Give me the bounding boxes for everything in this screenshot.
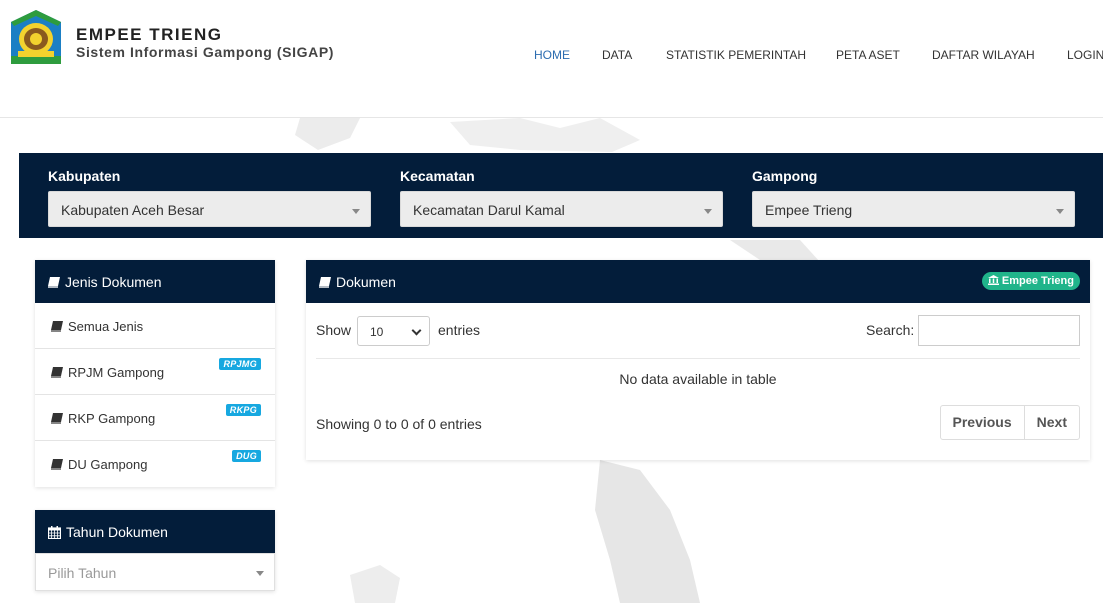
tahun-select[interactable]: Pilih Tahun (35, 553, 275, 591)
search-input[interactable] (918, 315, 1080, 346)
jenis-item-label: RPJM Gampong (68, 365, 165, 380)
tahun-dokumen-panel: Tahun Dokumen Pilih Tahun (35, 510, 275, 591)
jenis-item-rpjm[interactable]: RPJM Gampong RPJMG (35, 349, 275, 395)
nav-peta-aset[interactable]: PETA ASET (836, 48, 900, 62)
book-icon (51, 367, 63, 378)
region-filter-bar: Kabupaten Kabupaten Aceh Besar Kecamatan… (19, 153, 1103, 238)
next-button[interactable]: Next (1023, 406, 1079, 439)
main-nav: HOME DATA STATISTIK PEMERINTAH PETA ASET… (0, 48, 1103, 64)
jenis-dokumen-panel: Jenis Dokumen Semua Jenis RPJM Gampong R… (35, 260, 275, 487)
kecamatan-value: Kecamatan Darul Kamal (413, 202, 565, 218)
chevron-down-icon (411, 325, 422, 336)
nav-statistik-pemerintah[interactable]: STATISTIK PEMERINTAH (666, 48, 806, 62)
badge-dug: DUG (232, 450, 261, 462)
dokumen-header: Dokumen Empee Trieng (306, 260, 1090, 303)
site-header: EMPEE TRIENG Sistem Informasi Gampong (S… (0, 0, 1103, 80)
book-icon (51, 321, 63, 332)
table-info: Showing 0 to 0 of 0 entries (316, 416, 482, 432)
dokumen-title: Dokumen (336, 274, 396, 290)
caret-down-icon (256, 571, 264, 576)
gampong-badge-label: Empee Trieng (1001, 275, 1074, 287)
jenis-dokumen-header: Jenis Dokumen (35, 260, 275, 303)
caret-down-icon (352, 209, 360, 214)
kecamatan-label: Kecamatan (400, 168, 475, 184)
show-label: Show (316, 322, 352, 338)
calendar-icon (48, 526, 61, 539)
entries-select[interactable]: 10 (357, 316, 430, 346)
caret-down-icon (1056, 209, 1064, 214)
previous-button[interactable]: Previous (941, 406, 1024, 439)
jenis-item-du[interactable]: DU Gampong DUG (35, 441, 275, 487)
badge-rkpg: RKPG (225, 404, 261, 416)
nav-login[interactable]: LOGIN (1067, 48, 1103, 62)
gampong-badge: Empee Trieng (981, 272, 1080, 290)
search-label: Search: (866, 322, 915, 338)
jenis-item-rkp[interactable]: RKP Gampong RKPG (35, 395, 275, 441)
entries-label: entries (438, 322, 481, 338)
nav-home[interactable]: HOME (534, 48, 570, 62)
jenis-item-semua[interactable]: Semua Jenis (35, 303, 275, 349)
jenis-item-label: DU Gampong (68, 457, 148, 472)
entries-control: Show 10 entries (316, 316, 480, 346)
caret-down-icon (704, 209, 712, 214)
book-icon (51, 413, 63, 424)
kabupaten-value: Kabupaten Aceh Besar (61, 202, 205, 218)
book-icon (319, 277, 331, 288)
brand-title: EMPEE TRIENG (76, 25, 223, 44)
gampong-label: Gampong (752, 168, 818, 184)
kabupaten-select[interactable]: Kabupaten Aceh Besar (48, 191, 371, 227)
tahun-dokumen-title: Tahun Dokumen (66, 524, 168, 540)
pagination: Previous Next (939, 405, 1080, 440)
tahun-placeholder: Pilih Tahun (48, 565, 117, 581)
empty-table-message: No data available in table (619, 371, 777, 387)
table-divider (316, 358, 1080, 359)
nav-data[interactable]: DATA (602, 48, 632, 62)
nav-daftar-wilayah[interactable]: DAFTAR WILAYAH (932, 48, 1035, 62)
kecamatan-select[interactable]: Kecamatan Darul Kamal (400, 191, 723, 227)
dokumen-panel: Dokumen Empee Trieng Show 10 entries Sea… (306, 260, 1090, 460)
tahun-dokumen-header: Tahun Dokumen (35, 510, 275, 553)
jenis-item-label: RKP Gampong (68, 411, 156, 426)
kabupaten-label: Kabupaten (48, 168, 121, 184)
header-divider (0, 117, 1103, 118)
gampong-select[interactable]: Empee Trieng (752, 191, 1075, 227)
jenis-item-label: Semua Jenis (68, 319, 144, 334)
entries-value: 10 (370, 325, 384, 339)
book-icon (51, 459, 63, 470)
jenis-dokumen-title: Jenis Dokumen (65, 274, 162, 290)
gampong-value: Empee Trieng (765, 202, 853, 218)
badge-rpjmg: RPJMG (219, 358, 261, 370)
institution-icon (987, 275, 999, 285)
book-icon (48, 277, 60, 288)
